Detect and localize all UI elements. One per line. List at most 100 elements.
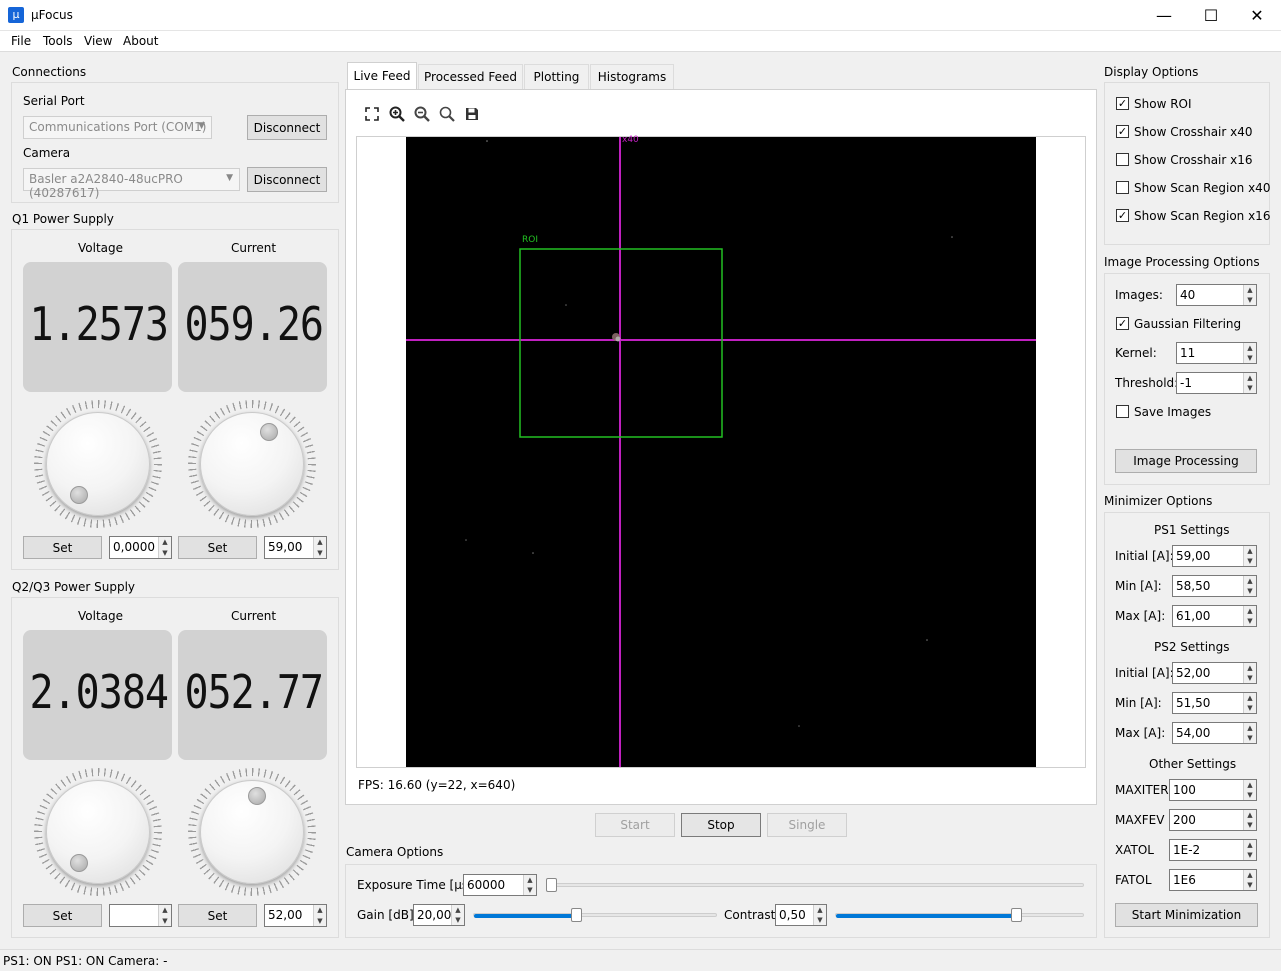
q23-voltage-set-button[interactable]: Set	[23, 904, 102, 927]
ps2-initial-input[interactable]: 52,00 ▲ ▼	[1172, 662, 1257, 684]
ps2-min-input[interactable]: 51,50 ▲ ▼	[1172, 692, 1257, 714]
menu-view[interactable]: View	[84, 34, 112, 48]
ps1-initial-value: 59,00	[1176, 549, 1211, 563]
threshold-input[interactable]: -1 ▲ ▼	[1176, 372, 1257, 394]
spin-arrows[interactable]: ▲ ▼	[313, 905, 326, 926]
q1-voltage-set-button[interactable]: Set	[23, 536, 102, 559]
fit-icon[interactable]	[363, 105, 381, 123]
ps2-max-input[interactable]: 54,00 ▲ ▼	[1172, 722, 1257, 744]
ps1-settings-title: PS1 Settings	[1154, 523, 1230, 537]
ps1-initial-input[interactable]: 59,00 ▲ ▼	[1172, 545, 1257, 567]
spin-arrows[interactable]: ▲ ▼	[1243, 870, 1256, 890]
image-processing-button[interactable]: Image Processing	[1115, 449, 1257, 473]
kernel-input[interactable]: 11 ▲ ▼	[1176, 342, 1257, 364]
contrast-input[interactable]: 0,50 ▲ ▼	[775, 904, 827, 926]
stop-button[interactable]: Stop	[681, 813, 761, 837]
menu-file[interactable]: File	[11, 34, 31, 48]
gain-input[interactable]: 20,00 ▲ ▼	[413, 904, 465, 926]
spin-arrows[interactable]: ▲ ▼	[1243, 373, 1256, 393]
tab-histograms[interactable]: Histograms	[590, 64, 674, 89]
maximize-button[interactable]: ☐	[1188, 0, 1234, 31]
fatol-input[interactable]: 1E6 ▲ ▼	[1169, 869, 1257, 891]
menu-tools[interactable]: Tools	[43, 34, 73, 48]
spin-arrows[interactable]: ▲ ▼	[1243, 840, 1256, 860]
xatol-label: XATOL	[1115, 843, 1154, 857]
q23-current-dial[interactable]	[200, 780, 304, 884]
maxiter-input[interactable]: 100 ▲ ▼	[1169, 779, 1257, 801]
ps1-max-input[interactable]: 61,00 ▲ ▼	[1172, 605, 1257, 627]
q1-voltage-input[interactable]: 0,0000 ▲ ▼	[109, 536, 172, 559]
spin-arrows[interactable]: ▲ ▼	[1243, 606, 1256, 626]
spin-arrows[interactable]: ▲ ▼	[1243, 723, 1256, 743]
q1-current-display: 059.26	[184, 298, 324, 352]
start-minimization-button[interactable]: Start Minimization	[1115, 903, 1258, 927]
spin-arrows[interactable]: ▲ ▼	[1243, 546, 1256, 566]
images-label: Images:	[1115, 288, 1163, 302]
q1-current-dial[interactable]	[200, 412, 304, 516]
exposure-slider-track[interactable]	[546, 883, 1084, 887]
spin-arrows[interactable]: ▲ ▼	[1243, 693, 1256, 713]
show-scan-region-x16-checkbox[interactable]: ✓	[1116, 209, 1129, 222]
spin-arrows[interactable]: ▲ ▼	[1243, 343, 1256, 363]
save-images-checkbox[interactable]	[1116, 405, 1129, 418]
xatol-input[interactable]: 1E-2 ▲ ▼	[1169, 839, 1257, 861]
show-roi-checkbox[interactable]: ✓	[1116, 97, 1129, 110]
spin-arrows[interactable]: ▲ ▼	[158, 537, 171, 558]
q23-current-input[interactable]: 52,00 ▲ ▼	[264, 904, 327, 927]
zoom-in-icon[interactable]	[388, 105, 406, 123]
contrast-value: 0,50	[779, 908, 806, 922]
window-title: μFocus	[31, 8, 73, 22]
q1-voltage-input-value: 0,0000	[113, 540, 155, 554]
show-scan-region-x40-checkbox[interactable]	[1116, 181, 1129, 194]
tab-live-feed[interactable]: Live Feed	[347, 62, 417, 89]
q23-voltage-input[interactable]: ▲ ▼	[109, 904, 172, 927]
q23-voltage-dial[interactable]	[46, 780, 150, 884]
q1-voltage-dial[interactable]	[46, 412, 150, 516]
images-input[interactable]: 40 ▲ ▼	[1176, 284, 1257, 306]
camera-combo[interactable]: Basler a2A2840-48ucPRO (40287617) ▼	[23, 168, 240, 200]
gain-slider-handle[interactable]	[570, 908, 582, 922]
minimize-button[interactable]: —	[1141, 0, 1187, 31]
exposure-slider-handle[interactable]	[546, 878, 557, 892]
show-crosshair-x16-checkbox[interactable]	[1116, 153, 1129, 166]
q1-current-input[interactable]: 59,00 ▲ ▼	[264, 536, 327, 559]
show-crosshair-x40-checkbox[interactable]: ✓	[1116, 125, 1129, 138]
q23-voltage-lcd: 2.0384	[23, 630, 172, 760]
disconnect-serial-button[interactable]: Disconnect	[247, 115, 327, 140]
camera-image[interactable]: x40 ROI	[406, 135, 1036, 767]
contrast-slider-track[interactable]	[835, 913, 1084, 918]
spin-arrows[interactable]: ▲ ▼	[313, 537, 326, 558]
exposure-input[interactable]: 60000 ▲ ▼	[463, 874, 537, 896]
start-button[interactable]: Start	[595, 813, 675, 837]
save-icon[interactable]	[463, 105, 481, 123]
disconnect-camera-button[interactable]: Disconnect	[247, 167, 327, 192]
spin-arrows[interactable]: ▲ ▼	[523, 875, 536, 895]
spin-arrows[interactable]: ▲ ▼	[1243, 810, 1256, 830]
zoom-reset-icon[interactable]	[438, 105, 456, 123]
q1-current-set-button[interactable]: Set	[178, 536, 257, 559]
spin-arrows[interactable]: ▲ ▼	[158, 905, 171, 926]
ps1-min-input[interactable]: 58,50 ▲ ▼	[1172, 575, 1257, 597]
zoom-out-icon[interactable]	[413, 105, 431, 123]
contrast-slider-handle[interactable]	[1011, 908, 1023, 922]
gain-slider-track[interactable]	[473, 913, 717, 918]
maxfev-input[interactable]: 200 ▲ ▼	[1169, 809, 1257, 831]
spin-arrows[interactable]: ▲ ▼	[1243, 285, 1256, 305]
spin-arrows[interactable]: ▲ ▼	[451, 905, 464, 925]
menu-about[interactable]: About	[123, 34, 158, 48]
single-button[interactable]: Single	[767, 813, 847, 837]
tab-plotting[interactable]: Plotting	[524, 64, 589, 89]
close-button[interactable]: ✕	[1234, 0, 1280, 31]
images-value: 40	[1180, 288, 1196, 302]
gaussian-filtering-checkbox[interactable]: ✓	[1116, 317, 1129, 330]
status-bar: PS1: ON PS1: ON Camera: -	[0, 949, 1281, 971]
contrast-slider-fill	[836, 914, 1021, 918]
spin-arrows[interactable]: ▲ ▼	[1243, 576, 1256, 596]
q23-current-set-button[interactable]: Set	[178, 904, 257, 927]
mu-icon: μ	[8, 7, 24, 23]
spin-arrows[interactable]: ▲ ▼	[1243, 663, 1256, 683]
spin-arrows[interactable]: ▲ ▼	[813, 905, 826, 925]
tab-processed-feed[interactable]: Processed Feed	[418, 64, 523, 89]
spin-arrows[interactable]: ▲ ▼	[1243, 780, 1256, 800]
serial-port-combo[interactable]: Communications Port (COM1) ▼	[23, 116, 212, 139]
